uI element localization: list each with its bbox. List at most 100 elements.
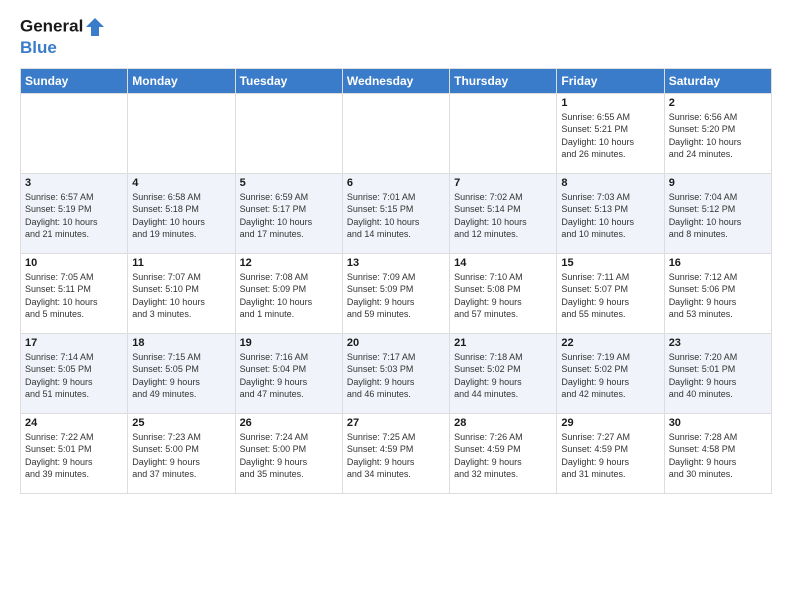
day-cell: 25Sunrise: 7:23 AM Sunset: 5:00 PM Dayli… [128, 413, 235, 493]
day-cell: 2 Sunrise: 6:56 AM Sunset: 5:20 PM Daylig… [664, 93, 771, 173]
day-cell: 30 Sunrise: 7:28 AM Sunset: 4:58 PM Dayli… [664, 413, 771, 493]
day-number: 7 [454, 177, 552, 189]
day-cell: 15 Sunrise: 7:11 AM Sunset: 5:07 PM Dayli… [557, 253, 664, 333]
day-info: Sunrise: 7:22 AM Sunset: 5:01 PM Dayligh… [25, 431, 123, 481]
day-cell [128, 93, 235, 173]
day-info: Sunrise: 7:16 AM Sunset: 5:04 PM Dayligh… [240, 351, 338, 401]
calendar-page: General Blue SundayMondayTuesdayWednesda… [0, 0, 792, 612]
col-header-friday: Friday [557, 68, 664, 93]
day-number: 26 [240, 417, 338, 429]
logo-text-block: General Blue [20, 16, 106, 58]
col-header-tuesday: Tuesday [235, 68, 342, 93]
day-info: Sunrise: 7:28 AM Sunset: 4:58 PM Dayligh… [669, 431, 767, 481]
day-cell [21, 93, 128, 173]
day-number: 13 [347, 257, 445, 269]
logo-icon [84, 16, 106, 38]
day-info: Sunrise: 6:56 AM Sunset: 5:20 PM Dayligh… [669, 111, 767, 161]
col-header-monday: Monday [128, 68, 235, 93]
day-cell: 14 Sunrise: 7:10 AM Sunset: 5:08 PM Dayli… [450, 253, 557, 333]
day-cell [450, 93, 557, 173]
day-info: Sunrise: 7:18 AM Sunset: 5:02 PM Dayligh… [454, 351, 552, 401]
day-cell: 5 Sunrise: 6:59 AM Sunset: 5:17 PM Daylig… [235, 173, 342, 253]
day-info: Sunrise: 7:15 AM Sunset: 5:05 PM Dayligh… [132, 351, 230, 401]
header: General Blue [20, 16, 772, 58]
week-row-2: 3 Sunrise: 6:57 AM Sunset: 5:19 PM Daylig… [21, 173, 772, 253]
day-number: 14 [454, 257, 552, 269]
day-cell: 28 Sunrise: 7:26 AM Sunset: 4:59 PM Dayli… [450, 413, 557, 493]
day-cell: 9Sunrise: 7:04 AM Sunset: 5:12 PM Daylig… [664, 173, 771, 253]
day-info: Sunrise: 6:59 AM Sunset: 5:17 PM Dayligh… [240, 191, 338, 241]
day-info: Sunrise: 7:05 AM Sunset: 5:11 PM Dayligh… [25, 271, 123, 321]
day-info: Sunrise: 7:03 AM Sunset: 5:13 PM Dayligh… [561, 191, 659, 241]
day-number: 20 [347, 337, 445, 349]
day-info: Sunrise: 7:14 AM Sunset: 5:05 PM Dayligh… [25, 351, 123, 401]
col-header-thursday: Thursday [450, 68, 557, 93]
day-number: 19 [240, 337, 338, 349]
week-row-1: 1 Sunrise: 6:55 AM Sunset: 5:21 PM Daylig… [21, 93, 772, 173]
day-cell: 22 Sunrise: 7:19 AM Sunset: 5:02 PM Dayli… [557, 333, 664, 413]
logo-blue: Blue [20, 38, 106, 58]
day-cell: 16Sunrise: 7:12 AM Sunset: 5:06 PM Dayli… [664, 253, 771, 333]
day-info: Sunrise: 6:57 AM Sunset: 5:19 PM Dayligh… [25, 191, 123, 241]
day-cell: 1 Sunrise: 6:55 AM Sunset: 5:21 PM Daylig… [557, 93, 664, 173]
day-cell: 7 Sunrise: 7:02 AM Sunset: 5:14 PM Daylig… [450, 173, 557, 253]
day-cell: 24 Sunrise: 7:22 AM Sunset: 5:01 PM Dayli… [21, 413, 128, 493]
day-number: 8 [561, 177, 659, 189]
day-cell: 13 Sunrise: 7:09 AM Sunset: 5:09 PM Dayli… [342, 253, 449, 333]
day-number: 11 [132, 257, 230, 269]
day-cell: 12Sunrise: 7:08 AM Sunset: 5:09 PM Dayli… [235, 253, 342, 333]
day-number: 18 [132, 337, 230, 349]
day-cell: 3 Sunrise: 6:57 AM Sunset: 5:19 PM Daylig… [21, 173, 128, 253]
day-number: 6 [347, 177, 445, 189]
logo: General Blue [20, 16, 106, 58]
day-info: Sunrise: 7:25 AM Sunset: 4:59 PM Dayligh… [347, 431, 445, 481]
day-info: Sunrise: 7:10 AM Sunset: 5:08 PM Dayligh… [454, 271, 552, 321]
week-row-3: 10Sunrise: 7:05 AM Sunset: 5:11 PM Dayli… [21, 253, 772, 333]
day-number: 3 [25, 177, 123, 189]
calendar-table: SundayMondayTuesdayWednesdayThursdayFrid… [20, 68, 772, 494]
day-number: 22 [561, 337, 659, 349]
day-number: 1 [561, 97, 659, 109]
day-number: 16 [669, 257, 767, 269]
col-header-wednesday: Wednesday [342, 68, 449, 93]
day-info: Sunrise: 7:01 AM Sunset: 5:15 PM Dayligh… [347, 191, 445, 241]
day-number: 15 [561, 257, 659, 269]
day-number: 21 [454, 337, 552, 349]
day-info: Sunrise: 7:26 AM Sunset: 4:59 PM Dayligh… [454, 431, 552, 481]
day-number: 5 [240, 177, 338, 189]
day-info: Sunrise: 7:07 AM Sunset: 5:10 PM Dayligh… [132, 271, 230, 321]
day-number: 28 [454, 417, 552, 429]
col-header-sunday: Sunday [21, 68, 128, 93]
day-info: Sunrise: 7:09 AM Sunset: 5:09 PM Dayligh… [347, 271, 445, 321]
day-number: 24 [25, 417, 123, 429]
day-number: 30 [669, 417, 767, 429]
day-cell [235, 93, 342, 173]
week-row-4: 17 Sunrise: 7:14 AM Sunset: 5:05 PM Dayli… [21, 333, 772, 413]
day-cell: 6 Sunrise: 7:01 AM Sunset: 5:15 PM Daylig… [342, 173, 449, 253]
day-number: 4 [132, 177, 230, 189]
header-row: SundayMondayTuesdayWednesdayThursdayFrid… [21, 68, 772, 93]
day-info: Sunrise: 7:08 AM Sunset: 5:09 PM Dayligh… [240, 271, 338, 321]
day-cell: 19 Sunrise: 7:16 AM Sunset: 5:04 PM Dayli… [235, 333, 342, 413]
day-cell: 21 Sunrise: 7:18 AM Sunset: 5:02 PM Dayli… [450, 333, 557, 413]
day-number: 23 [669, 337, 767, 349]
day-cell: 11 Sunrise: 7:07 AM Sunset: 5:10 PM Dayli… [128, 253, 235, 333]
day-info: Sunrise: 7:24 AM Sunset: 5:00 PM Dayligh… [240, 431, 338, 481]
day-info: Sunrise: 7:23 AM Sunset: 5:00 PM Dayligh… [132, 431, 230, 481]
logo-general: General [20, 16, 83, 35]
day-cell: 10Sunrise: 7:05 AM Sunset: 5:11 PM Dayli… [21, 253, 128, 333]
day-info: Sunrise: 7:17 AM Sunset: 5:03 PM Dayligh… [347, 351, 445, 401]
day-cell: 17 Sunrise: 7:14 AM Sunset: 5:05 PM Dayli… [21, 333, 128, 413]
day-cell: 20 Sunrise: 7:17 AM Sunset: 5:03 PM Dayli… [342, 333, 449, 413]
day-info: Sunrise: 7:19 AM Sunset: 5:02 PM Dayligh… [561, 351, 659, 401]
day-info: Sunrise: 7:11 AM Sunset: 5:07 PM Dayligh… [561, 271, 659, 321]
day-info: Sunrise: 7:02 AM Sunset: 5:14 PM Dayligh… [454, 191, 552, 241]
day-cell: 8 Sunrise: 7:03 AM Sunset: 5:13 PM Daylig… [557, 173, 664, 253]
day-info: Sunrise: 7:04 AM Sunset: 5:12 PM Dayligh… [669, 191, 767, 241]
day-number: 17 [25, 337, 123, 349]
day-info: Sunrise: 6:55 AM Sunset: 5:21 PM Dayligh… [561, 111, 659, 161]
day-number: 2 [669, 97, 767, 109]
day-cell: 23 Sunrise: 7:20 AM Sunset: 5:01 PM Dayli… [664, 333, 771, 413]
week-row-5: 24 Sunrise: 7:22 AM Sunset: 5:01 PM Dayli… [21, 413, 772, 493]
day-info: Sunrise: 7:20 AM Sunset: 5:01 PM Dayligh… [669, 351, 767, 401]
